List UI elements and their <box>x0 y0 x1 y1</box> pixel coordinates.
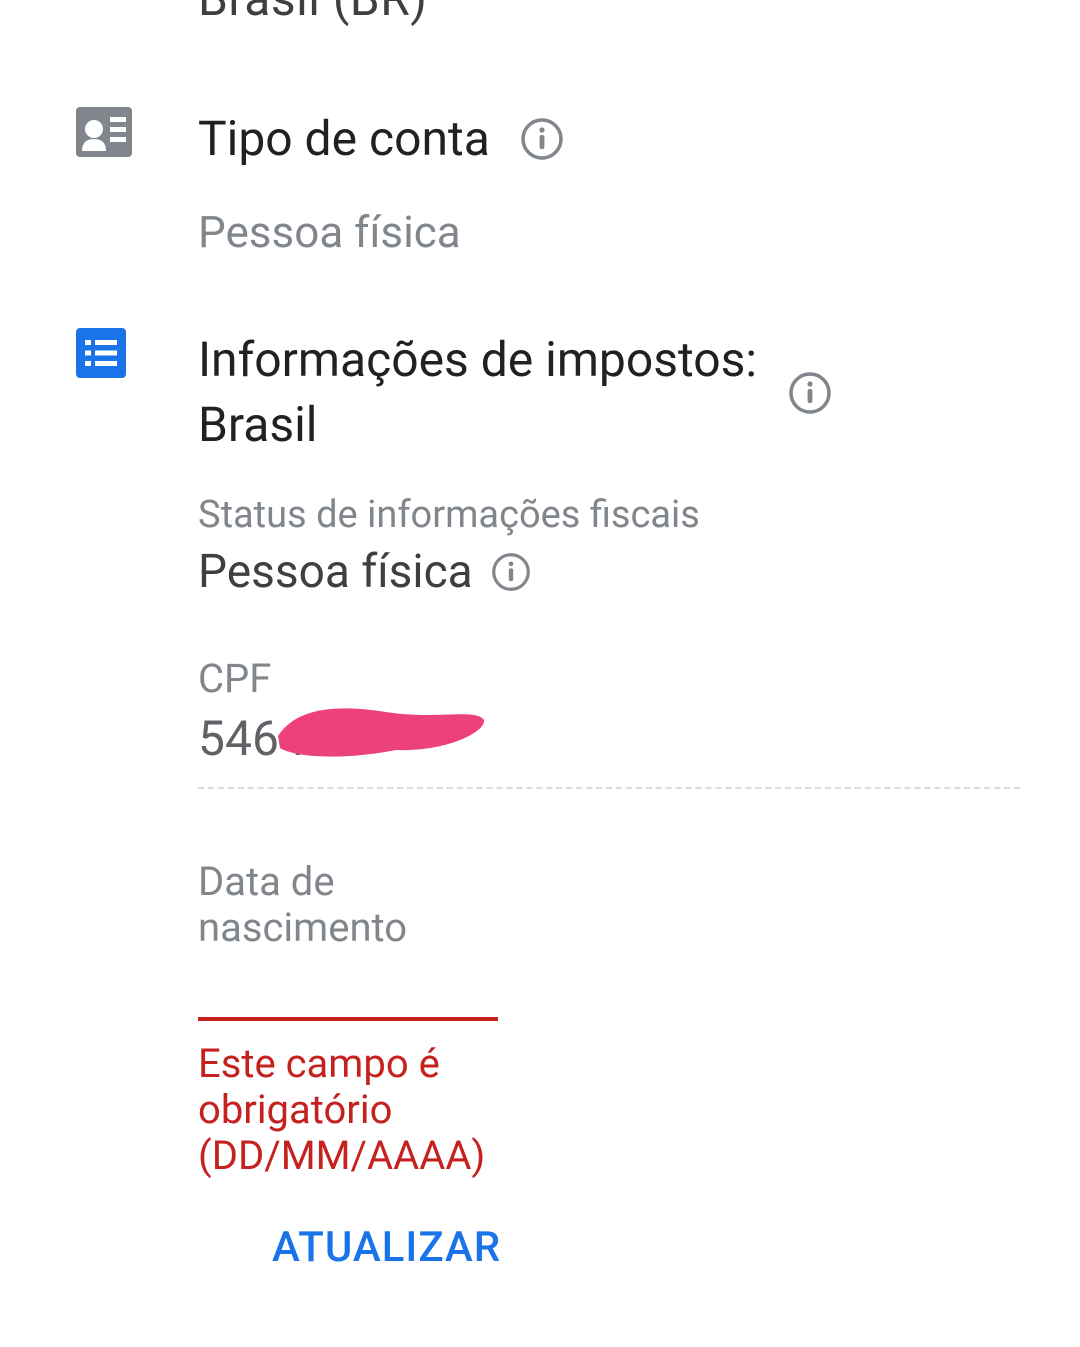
tax-info-body: Informações de impostos: Brasil Status d… <box>198 328 1020 1279</box>
info-icon[interactable] <box>491 552 531 592</box>
info-icon[interactable] <box>788 371 832 415</box>
list-icon <box>76 328 136 378</box>
dob-error-text: Este campo é obrigatório (DD/MM/AAAA) <box>198 1041 518 1179</box>
country-value-partial: Brasil (BR) <box>198 0 1020 27</box>
redaction-mark <box>276 702 486 760</box>
info-icon[interactable] <box>520 117 564 161</box>
divider <box>198 787 1020 789</box>
content: Brasil (BR) Tipo de conta <box>0 0 1080 1278</box>
dob-input[interactable] <box>198 961 498 1021</box>
id-card-icon <box>76 107 136 157</box>
account-type-section: Tipo de conta Pessoa física <box>76 107 1020 258</box>
cpf-label: CPF <box>198 655 1020 702</box>
settings-panel: Brasil (BR) Tipo de conta <box>0 0 1080 1347</box>
tax-info-title: Informações de impostos: Brasil <box>198 328 758 458</box>
tax-info-title-row: Informações de impostos: Brasil <box>198 328 1020 458</box>
account-type-title-row: Tipo de conta <box>198 107 1020 172</box>
cpf-value: 5464 <box>198 710 306 767</box>
update-button[interactable]: ATUALIZAR <box>260 1217 513 1278</box>
account-type-value: Pessoa física <box>198 206 1020 258</box>
tax-status-value: Pessoa física <box>198 545 473 599</box>
tax-status-label: Status de informações fiscais <box>198 493 1020 537</box>
cpf-value-row: 5464 <box>198 710 1020 767</box>
tax-info-section: Informações de impostos: Brasil Status d… <box>76 328 1020 1279</box>
tax-status-row: Pessoa física <box>198 545 1020 599</box>
account-type-body: Tipo de conta Pessoa física <box>198 107 1020 258</box>
dob-label: Data de nascimento <box>198 859 438 951</box>
dob-input-wrap <box>198 961 498 1021</box>
account-type-title: Tipo de conta <box>198 107 490 172</box>
